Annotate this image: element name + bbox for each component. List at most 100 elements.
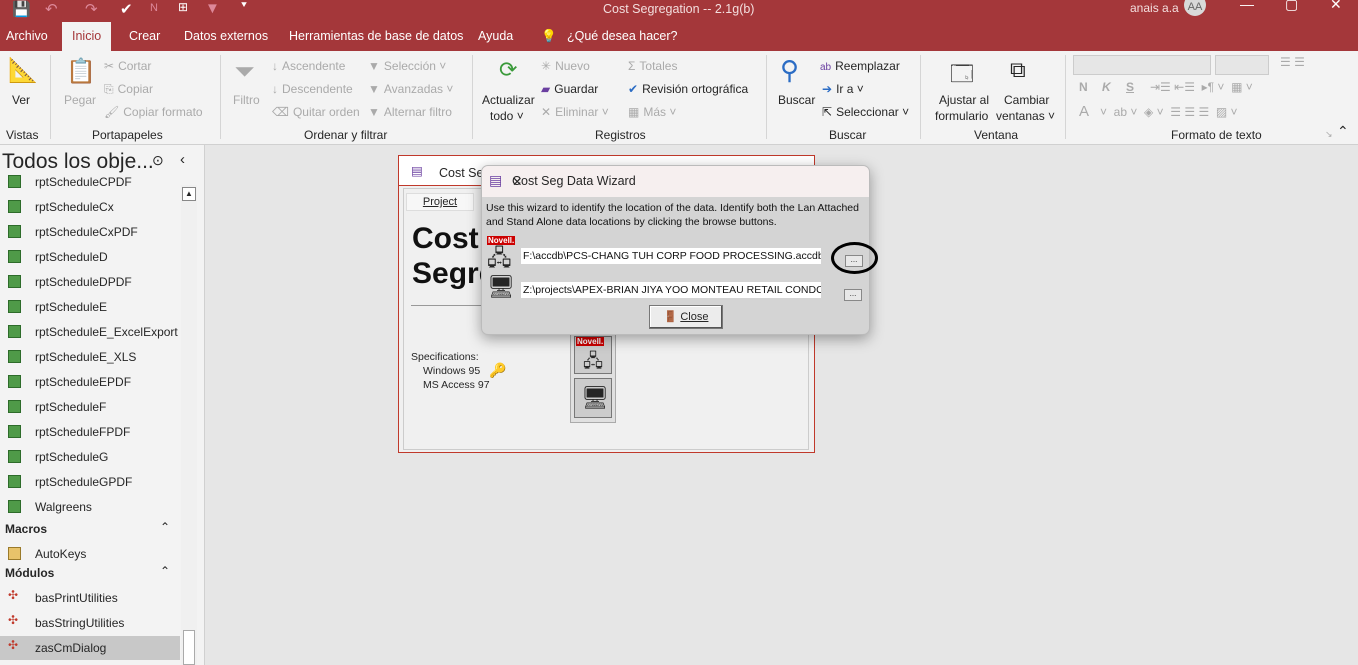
nav-report-item[interactable]: rptScheduleF bbox=[0, 395, 180, 419]
nav-report-item[interactable]: rptScheduleG bbox=[0, 445, 180, 469]
user-name[interactable]: anais a.a bbox=[1130, 1, 1179, 15]
scroll-up-button[interactable]: ▲ bbox=[182, 187, 196, 201]
minimize-button[interactable]: — bbox=[1240, 0, 1254, 12]
nav-module-item[interactable]: ✣ basStringUtilities bbox=[0, 611, 180, 635]
copiar-formato-button[interactable]: 🖌 Copiar formato bbox=[104, 105, 203, 119]
nav-report-item[interactable]: rptScheduleE_ExcelExport bbox=[0, 320, 180, 344]
tell-me-search[interactable]: ¿Qué desea hacer? bbox=[567, 29, 678, 43]
nav-module-item[interactable]: ✣ zasCmDialog bbox=[0, 636, 180, 660]
font-color-button[interactable]: A bbox=[1079, 103, 1089, 120]
nav-report-item[interactable]: rptScheduleEPDF bbox=[0, 370, 180, 394]
maximize-button[interactable]: ▢ bbox=[1285, 0, 1298, 13]
filtro-button[interactable]: Filtro bbox=[233, 93, 260, 107]
nav-report-item[interactable]: rptScheduleE_XLS bbox=[0, 345, 180, 369]
nav-report-item[interactable]: rptScheduleFPDF bbox=[0, 420, 180, 444]
tab-archivo[interactable]: Archivo bbox=[6, 29, 48, 43]
spelling-check-icon[interactable]: ✔ bbox=[120, 0, 133, 18]
undo-icon[interactable]: ↶ bbox=[45, 0, 58, 18]
dialog-close-icon[interactable]: ✕ bbox=[512, 174, 859, 189]
standalone-mode-button[interactable]: 🖥 bbox=[574, 378, 612, 418]
nav-report-item[interactable]: rptScheduleE bbox=[0, 295, 180, 319]
nav-report-item[interactable]: rptScheduleCPDF bbox=[0, 175, 180, 194]
ascendente-button[interactable]: ↓ Ascendente bbox=[272, 59, 345, 73]
lan-path-field[interactable]: F:\accdb\PCS-CHANG TUH CORP FOOD PROCESS… bbox=[521, 248, 821, 264]
filter-icon[interactable]: ▼ bbox=[205, 0, 220, 17]
format-icons[interactable]: ˅ ab ˅ ◈ ˅ ☰ ☰ ☰ ▨ ˅ bbox=[1100, 105, 1238, 119]
tab-crear[interactable]: Crear bbox=[129, 29, 160, 43]
dialog-instructions: Use this wizard to identify the location… bbox=[486, 202, 859, 228]
tab-ayuda[interactable]: Ayuda bbox=[478, 29, 513, 43]
save-icon[interactable]: 💾 bbox=[12, 0, 31, 18]
nav-item-label: rptScheduleCPDF bbox=[35, 175, 132, 189]
revision-ortografica-button[interactable]: ✔ Revisión ortográfica bbox=[628, 82, 748, 96]
nav-scrollbar[interactable]: ▲ bbox=[181, 185, 197, 665]
nav-module-item[interactable]: ✣ basPrintUtilities bbox=[0, 586, 180, 610]
underline-button[interactable]: S bbox=[1126, 80, 1134, 94]
cortar-button[interactable]: ✂ Cortar bbox=[104, 59, 151, 73]
close-window-button[interactable]: ✕ bbox=[1330, 0, 1342, 13]
reemplazar-button[interactable]: ab Reemplazar bbox=[820, 59, 900, 73]
seleccionar-button[interactable]: ⇱ Seleccionar ˅ bbox=[822, 105, 909, 119]
ir-a-button[interactable]: ➔ Ir a ˅ bbox=[822, 82, 864, 96]
eliminar-button[interactable]: ✕ Eliminar ˅ bbox=[541, 105, 609, 119]
nav-menu-chevron-icon[interactable]: ⊙ bbox=[152, 152, 164, 169]
refresh-icon: ⟳ bbox=[499, 57, 518, 82]
bullets-icon[interactable]: ☰ ☰ bbox=[1280, 55, 1305, 69]
avanzadas-button[interactable]: ▼ Avanzadas ˅ bbox=[368, 82, 453, 96]
font-size-select[interactable] bbox=[1215, 55, 1269, 75]
nav-report-item[interactable]: rptScheduleGPDF bbox=[0, 470, 180, 494]
nav-title[interactable]: Todos los obje... bbox=[2, 150, 154, 174]
fit-form-icon: 🗔 bbox=[950, 61, 974, 86]
indent-icons[interactable]: ⇥☰ ⇤☰ ▸¶ ˅ ▦ ˅ bbox=[1150, 80, 1253, 94]
mas-button[interactable]: ▦ Más ˅ bbox=[628, 105, 676, 119]
copiar-button[interactable]: ⎘ Copiar bbox=[104, 82, 153, 97]
customize-qat-icon[interactable]: ⯆ bbox=[240, 0, 248, 11]
pegar-button[interactable]: Pegar bbox=[64, 93, 96, 107]
guardar-button[interactable]: ▰ Guardar bbox=[541, 82, 598, 96]
redo-icon[interactable]: ↷ bbox=[85, 0, 98, 18]
nav-report-item[interactable]: rptScheduleCx bbox=[0, 195, 180, 219]
font-name-select[interactable] bbox=[1073, 55, 1211, 75]
title-bar: 💾 ↶ ↷ ✔ N ⊞ ▼ ⯆ Cost Segregation -- 2.1g… bbox=[0, 0, 1358, 22]
nav-report-item[interactable]: rptScheduleD bbox=[0, 245, 180, 269]
collapse-nav-icon[interactable]: ‹ bbox=[180, 151, 185, 168]
nav-report-item[interactable]: rptScheduleCxPDF bbox=[0, 220, 180, 244]
nav-section-macros[interactable]: Macros ⌃ bbox=[0, 518, 180, 540]
relationships-icon[interactable]: ⊞ bbox=[178, 0, 188, 14]
actualizar-button[interactable]: Actualizar bbox=[482, 93, 535, 107]
totales-button[interactable]: Σ Totales bbox=[628, 59, 677, 73]
actualizar-todo-label[interactable]: todo ˅ bbox=[490, 109, 524, 123]
bold-button[interactable]: N bbox=[1079, 80, 1088, 94]
tab-inicio[interactable]: Inicio bbox=[62, 22, 112, 51]
descendente-button[interactable]: ↓ Descendente bbox=[272, 82, 353, 96]
alternar-filtro-button[interactable]: ▼ Alternar filtro bbox=[368, 105, 452, 119]
italic-button[interactable]: K bbox=[1102, 80, 1111, 94]
dialog-form-icon: ▤ bbox=[489, 172, 503, 188]
bold-n-icon[interactable]: N bbox=[150, 2, 158, 14]
tab-datos-externos[interactable]: Datos externos bbox=[184, 29, 268, 43]
close-button[interactable]: 🚪 Close bbox=[649, 305, 723, 329]
scroll-thumb[interactable] bbox=[183, 630, 195, 665]
standalone-path-field[interactable]: Z:\projects\APEX-BRIAN JIYA YOO MONTEAU … bbox=[521, 282, 821, 298]
tab-project[interactable]: Project bbox=[406, 193, 474, 211]
cambiar-button[interactable]: Cambiar bbox=[1004, 93, 1049, 107]
tab-herramientas[interactable]: Herramientas de base de datos bbox=[289, 29, 463, 43]
quitar-orden-button[interactable]: ⌫ Quitar orden bbox=[272, 105, 360, 119]
nuevo-button[interactable]: ✳ Nuevo bbox=[541, 59, 590, 73]
ajustar-formulario-label[interactable]: formulario bbox=[935, 109, 988, 123]
report-icon bbox=[8, 475, 21, 488]
seleccion-button[interactable]: ▼ Selección ˅ bbox=[368, 59, 446, 73]
lan-mode-button[interactable]: Novell. 🖧 bbox=[574, 336, 612, 374]
paste-icon: 📋 bbox=[66, 58, 96, 85]
cambiar-ventanas-label[interactable]: ventanas ˅ bbox=[996, 109, 1055, 123]
nav-report-item[interactable]: rptScheduleDPDF bbox=[0, 270, 180, 294]
ver-button[interactable]: Ver bbox=[12, 93, 30, 107]
buscar-button[interactable]: Buscar bbox=[778, 93, 815, 107]
collapse-ribbon-button[interactable]: ⌃ bbox=[1337, 123, 1349, 140]
dialog-launcher-icon[interactable]: ↘ bbox=[1325, 129, 1333, 140]
standalone-browse-button[interactable]: ... bbox=[844, 289, 862, 301]
nav-section-modules[interactable]: Módulos ⌃ bbox=[0, 562, 180, 584]
ajustar-button[interactable]: Ajustar al bbox=[939, 93, 989, 107]
avatar[interactable]: AA bbox=[1184, 0, 1206, 16]
nav-report-item[interactable]: Walgreens bbox=[0, 495, 180, 519]
